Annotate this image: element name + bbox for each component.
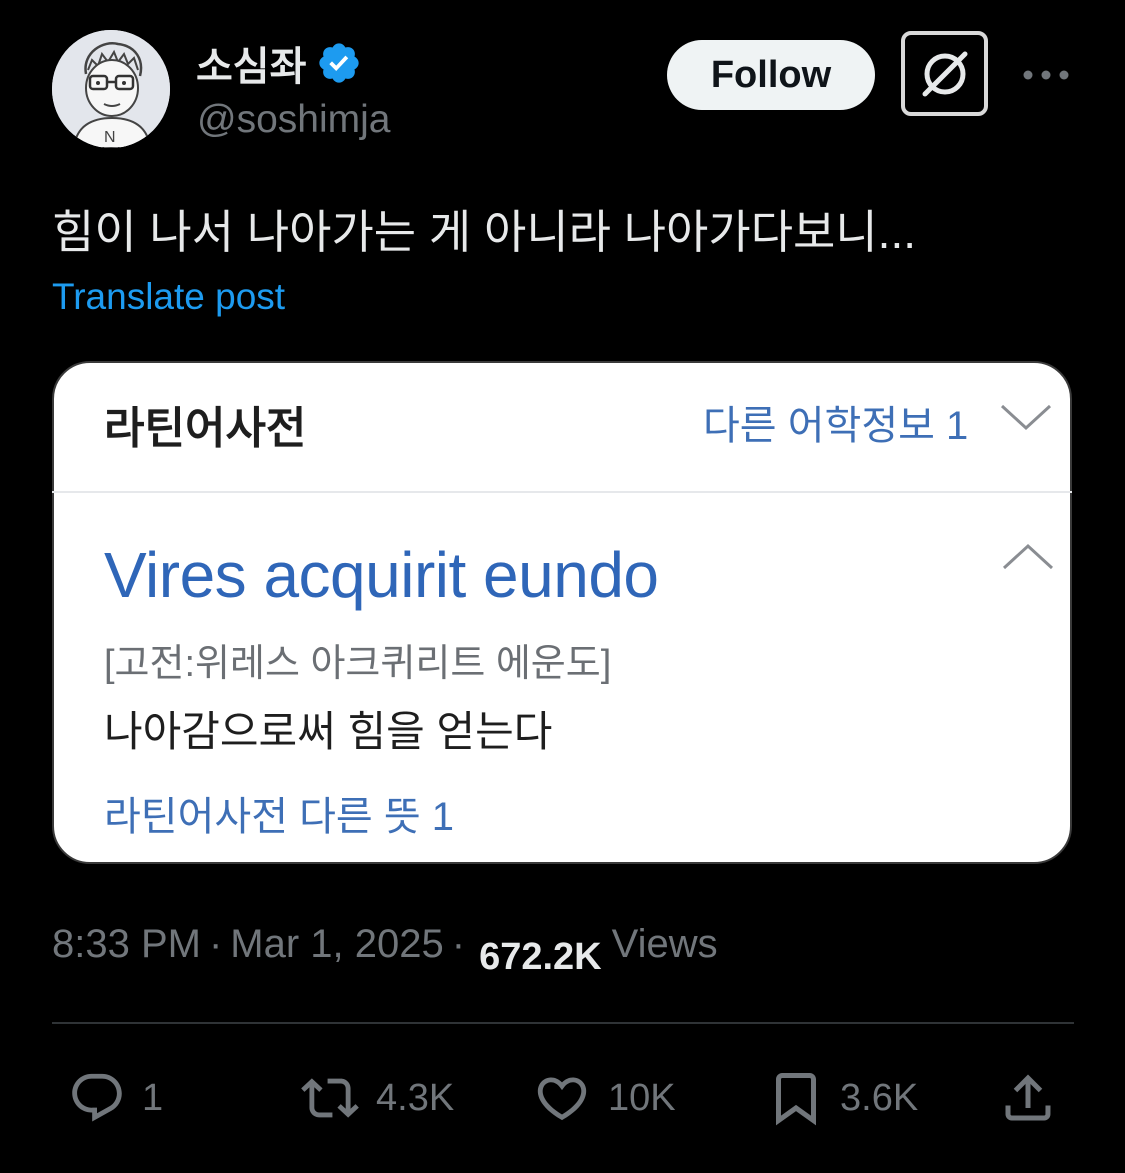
pronunciation: [고전:위레스 아크퀴리트 에운도] <box>104 643 612 685</box>
follow-button[interactable]: Follow <box>667 40 875 110</box>
reply-button[interactable]: 1 <box>66 1066 163 1130</box>
avatar[interactable]: N <box>52 30 170 148</box>
share-button[interactable] <box>998 1066 1058 1130</box>
chevron-down-icon <box>1000 404 1052 431</box>
meta-separator-2: · <box>451 922 466 966</box>
heart-icon <box>537 1077 587 1121</box>
svg-text:N: N <box>104 129 116 146</box>
more-dots-icon <box>1023 70 1069 80</box>
display-name[interactable]: 소심좌 <box>196 34 362 92</box>
other-language-info: 다른 어학정보 1 <box>703 404 969 448</box>
repost-count: 4.3K <box>376 1076 455 1119</box>
grok-icon <box>922 51 967 96</box>
card-divider <box>52 491 1072 493</box>
repost-icon <box>301 1078 359 1118</box>
post-date[interactable]: Mar 1, 2025 <box>230 922 443 967</box>
like-count: 10K <box>608 1076 676 1119</box>
views-label[interactable]: Views <box>612 922 718 967</box>
chevron-up-icon <box>1002 543 1054 570</box>
like-button[interactable]: 10K <box>530 1066 676 1130</box>
grok-button[interactable] <box>901 31 988 116</box>
display-name-text[interactable]: 소심좌 <box>196 34 306 92</box>
bookmark-icon <box>776 1073 816 1126</box>
bookmark-count: 3.6K <box>840 1076 919 1119</box>
avatar-illustration: N <box>52 30 170 148</box>
dictionary-title: 라틴어사전 <box>104 404 307 453</box>
repost-button[interactable]: 4.3K <box>298 1066 454 1130</box>
post-meta: 8:33 PM · Mar 1, 2025 · 672.2K Views <box>52 922 718 978</box>
reply-icon <box>72 1073 122 1122</box>
bookmark-button[interactable]: 3.6K <box>766 1066 918 1130</box>
verified-badge-icon[interactable] <box>316 40 362 86</box>
headword: Vires acquirit eundo <box>104 539 659 611</box>
divider <box>52 1022 1074 1024</box>
reply-count: 1 <box>142 1076 164 1119</box>
meta-separator: · <box>208 922 223 966</box>
meaning: 나아감으로써 힘을 얻는다 <box>104 708 553 755</box>
share-icon <box>1005 1074 1051 1121</box>
translate-post-link[interactable]: Translate post <box>52 276 285 318</box>
more-options-button[interactable] <box>1020 50 1072 100</box>
handle[interactable]: @soshimja <box>197 98 390 142</box>
post-time[interactable]: 8:33 PM <box>52 922 201 967</box>
views-count[interactable]: 672.2K <box>479 936 602 979</box>
other-meaning-link: 라틴어사전 다른 뜻 1 <box>104 795 454 839</box>
post-text: 힘이 나서 나아가는 게 아니라 나아가다보니... <box>52 206 917 258</box>
